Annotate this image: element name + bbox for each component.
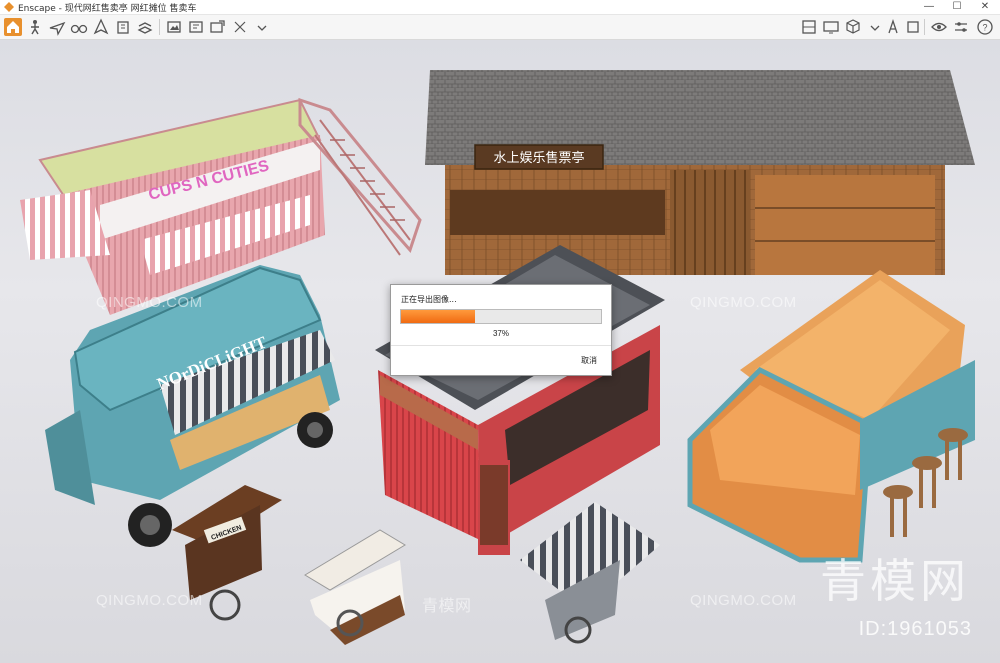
sliders-icon[interactable] xyxy=(952,18,970,36)
chevron-down-icon[interactable] xyxy=(866,18,884,36)
compass-icon[interactable] xyxy=(92,18,110,36)
fly-mode-icon[interactable] xyxy=(48,18,66,36)
watermark: QINGMO.COM xyxy=(690,294,797,311)
watermark: QINGMO.COM xyxy=(690,592,797,609)
screenshot-icon[interactable] xyxy=(165,18,183,36)
export-image-icon[interactable] xyxy=(209,18,227,36)
cube-icon[interactable] xyxy=(844,18,862,36)
watermark-id: ID:1961053 xyxy=(858,618,972,640)
ticket-sign: 水上娱乐售票亭 xyxy=(493,150,584,166)
progress-bar xyxy=(400,309,602,324)
maximize-button[interactable]: ☐ xyxy=(944,0,970,14)
walk-mode-icon[interactable] xyxy=(26,18,44,36)
export-dropdown-icon[interactable] xyxy=(231,18,249,36)
home-icon[interactable] xyxy=(4,18,22,36)
window-title: Enscape - 现代网红售卖亭 网红摊位 售卖车 xyxy=(18,4,197,14)
orange-food-bus xyxy=(687,270,975,563)
striped-umbrella-cart xyxy=(520,502,660,644)
watermark: QINGMO.COM xyxy=(96,294,203,311)
binoculars-icon[interactable] xyxy=(70,18,88,36)
progress-fill xyxy=(401,310,475,323)
monitor-icon[interactable] xyxy=(822,18,840,36)
watermark: QINGMO.COM xyxy=(96,592,203,609)
enscape-logo-icon xyxy=(4,2,14,12)
title-bar: Enscape - 现代网红售卖亭 网红摊位 售卖车 — ☐ ✕ xyxy=(0,0,1000,15)
divider xyxy=(391,345,611,346)
watermark-brand: 青模网 xyxy=(820,554,970,608)
close-button[interactable]: ✕ xyxy=(972,0,998,14)
white-cart xyxy=(304,529,406,645)
progress-percent: 37% xyxy=(492,329,509,338)
views-icon[interactable] xyxy=(800,18,818,36)
watermark: 青模网 xyxy=(422,598,472,615)
toolbar: ? xyxy=(0,15,1000,40)
chevron-down-icon[interactable] xyxy=(253,18,271,36)
asset-library-icon[interactable] xyxy=(884,18,902,36)
dialog-title: 正在导出图像... xyxy=(401,295,457,304)
layers-icon[interactable] xyxy=(136,18,154,36)
building-icon[interactable] xyxy=(114,18,132,36)
settings-icon[interactable] xyxy=(904,18,922,36)
help-icon[interactable]: ? xyxy=(976,18,994,36)
eye-icon[interactable] xyxy=(930,18,948,36)
svg-text:?: ? xyxy=(982,23,987,33)
minimize-button[interactable]: — xyxy=(916,0,942,14)
cancel-button[interactable]: 取消 xyxy=(581,355,597,366)
export-progress-dialog: 正在导出图像... 37% 取消 xyxy=(390,284,612,376)
batch-render-icon[interactable] xyxy=(187,18,205,36)
wooden-ticket-booth: 水上娱乐售票亭 xyxy=(425,70,975,275)
